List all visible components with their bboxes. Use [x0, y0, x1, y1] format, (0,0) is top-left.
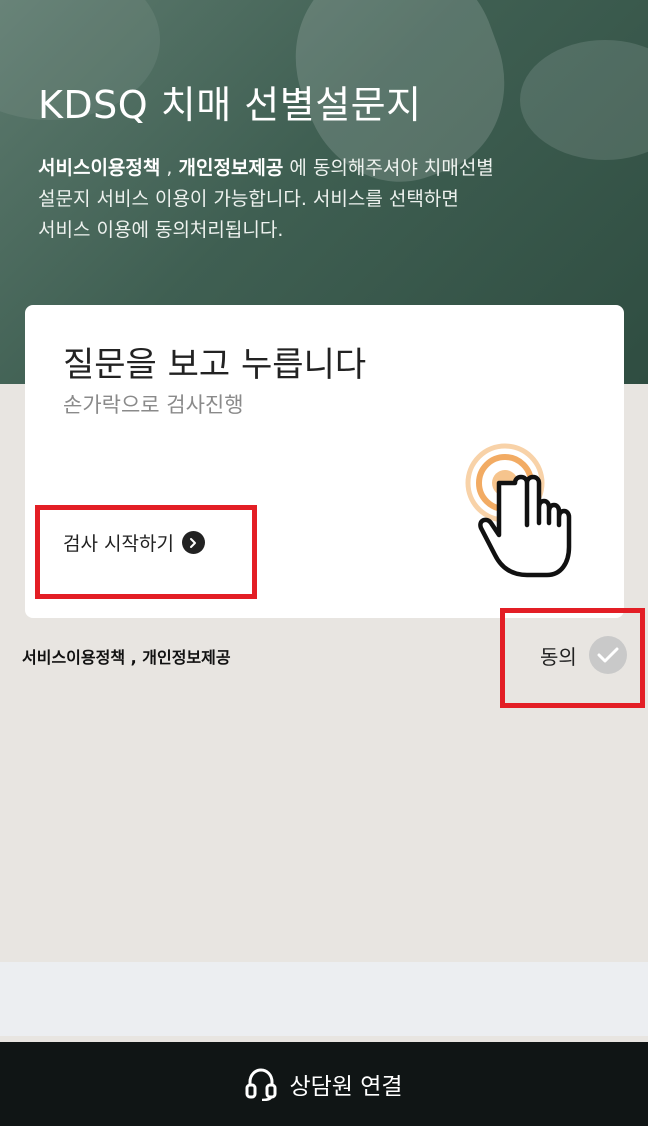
- hero-desc-line1: 에 동의해주셔야 치매선별: [283, 157, 494, 179]
- tap-hand-icon: [465, 443, 572, 578]
- page-title: KDSQ 치매 선별설문지: [38, 83, 422, 127]
- hero-background-hand-shape: [520, 40, 648, 160]
- counselor-connect-label: 상담원 연결: [289, 1074, 403, 1100]
- hero-desc-line2: 설문지 서비스 이용이 가능합니다. 서비스를 선택하면: [38, 188, 459, 210]
- hero-desc-separator: ,: [160, 157, 179, 179]
- privacy-link-inline: 개인정보제공: [178, 157, 284, 179]
- card-subtitle: 손가락으로 검사진행: [63, 393, 244, 417]
- bottom-spacer-band: [0, 962, 648, 1036]
- policy-link-inline: 서비스이용정책: [38, 157, 161, 179]
- card-title: 질문을 보고 누릅니다: [63, 345, 367, 385]
- headset-icon: [245, 1068, 277, 1101]
- agree-highlight-box: [500, 608, 645, 708]
- counselor-connect-button[interactable]: 상담원 연결: [0, 1042, 648, 1126]
- consent-policy-text: 서비스이용정책 , 개인정보제공: [22, 648, 231, 667]
- hero-description: 서비스이용정책 , 개인정보제공 에 동의해주셔야 치매선별 설문지 서비스 이…: [38, 153, 568, 246]
- hero-desc-line3: 서비스 이용에 동의처리됩니다.: [38, 219, 284, 241]
- start-test-highlight-box: [35, 505, 257, 599]
